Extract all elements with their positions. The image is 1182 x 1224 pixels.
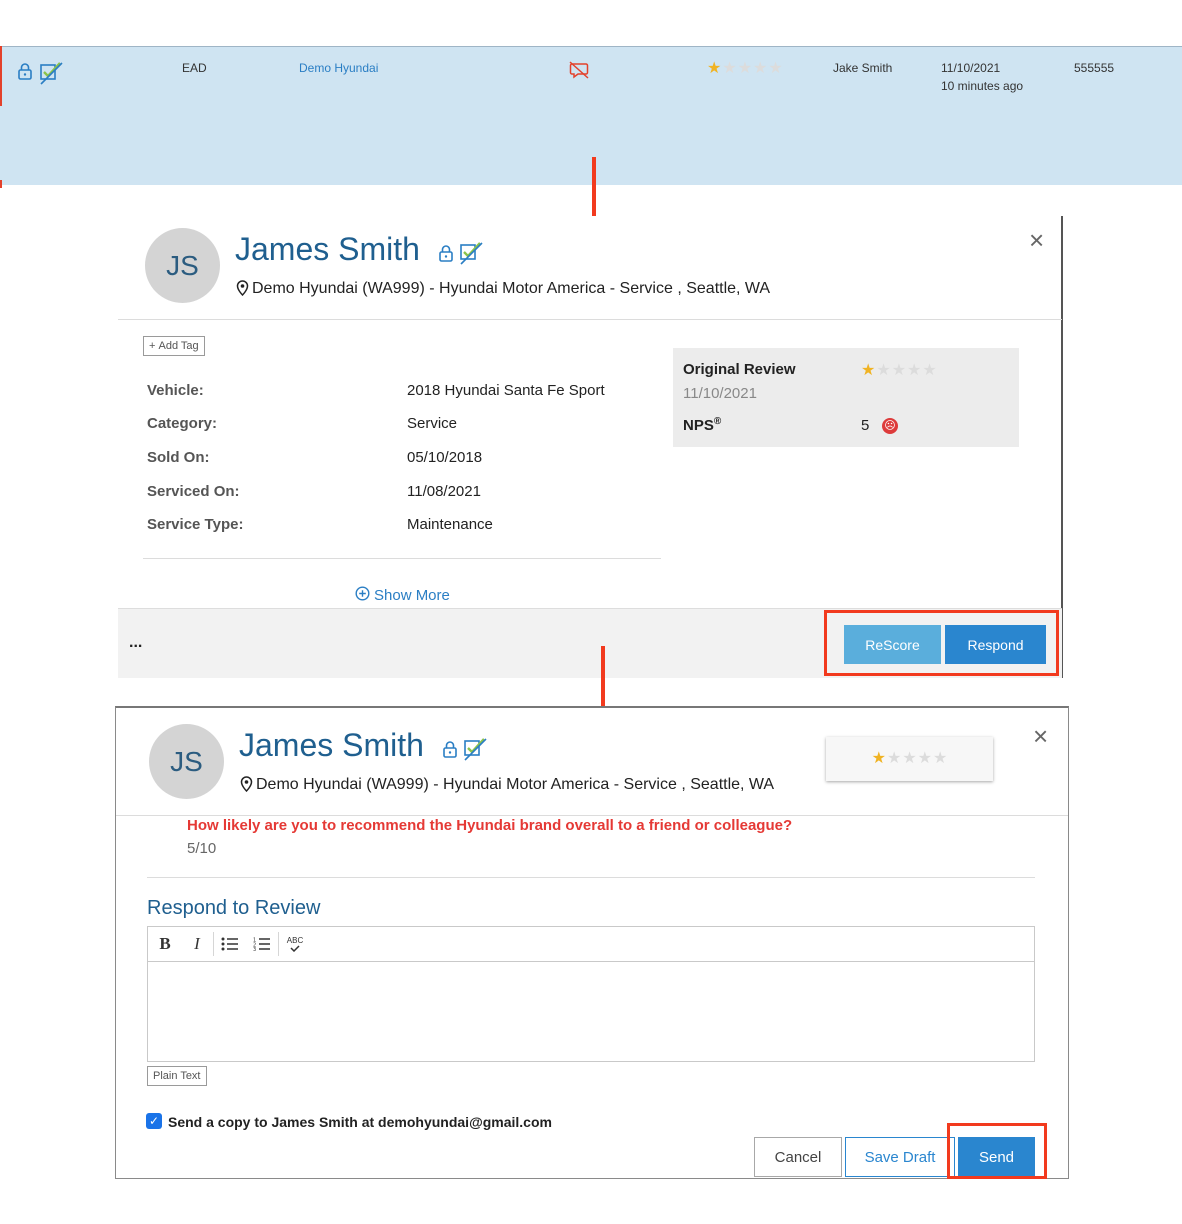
field-value: 05/10/2018 bbox=[407, 449, 483, 466]
field-label: Service Type: bbox=[147, 516, 244, 533]
plus-circle-icon bbox=[355, 586, 370, 605]
star-icon: ★ bbox=[891, 362, 907, 379]
star-icon: ★ bbox=[871, 750, 886, 767]
spellcheck-glyph: ABC bbox=[286, 935, 304, 945]
star-icon: ★ bbox=[902, 750, 917, 767]
send-copy-checkbox[interactable]: ✓ bbox=[146, 1113, 162, 1129]
divider bbox=[143, 558, 661, 559]
star-icon: ★ bbox=[722, 60, 737, 77]
nps-value: 5 bbox=[861, 417, 870, 434]
close-icon[interactable]: × bbox=[1029, 227, 1044, 253]
survey-answer: 5/10 bbox=[187, 840, 217, 857]
star-icon: ★ bbox=[876, 362, 891, 379]
italic-icon[interactable]: I bbox=[181, 927, 213, 962]
star-icon: ★ bbox=[707, 60, 722, 77]
row-relative-time: 10 minutes ago bbox=[941, 79, 1024, 93]
original-review-label: Original Review bbox=[683, 361, 796, 378]
row-date: 11/10/2021 bbox=[941, 61, 1001, 75]
survey-question: How likely are you to recommend the Hyun… bbox=[187, 817, 793, 834]
star-icon: ★ bbox=[861, 362, 876, 379]
verified-check-icon bbox=[462, 736, 488, 767]
star-icon: ★ bbox=[737, 60, 753, 77]
lock-icon bbox=[437, 244, 455, 267]
star-icon: ★ bbox=[933, 750, 948, 767]
field-label: Vehicle: bbox=[147, 382, 204, 399]
star-icon: ★ bbox=[886, 750, 902, 767]
registered-mark: ® bbox=[713, 416, 722, 427]
row-id: 555555 bbox=[1074, 61, 1115, 75]
star-icon: ★ bbox=[922, 362, 937, 379]
nps-label-text: NPS bbox=[683, 417, 714, 434]
highlight-box bbox=[824, 610, 1059, 676]
numbered-list-icon[interactable]: 123 bbox=[246, 927, 278, 962]
summary-star-rating: ★ ★ ★ ★ ★ bbox=[861, 363, 937, 379]
lock-icon bbox=[441, 740, 459, 763]
location-pin-icon bbox=[236, 280, 249, 301]
save-draft-button[interactable]: Save Draft bbox=[845, 1137, 955, 1177]
field-value: 11/08/2021 bbox=[407, 483, 481, 500]
close-icon[interactable]: × bbox=[1033, 723, 1048, 749]
plus-icon: + bbox=[149, 340, 156, 352]
send-copy-label: Send a copy to James Smith at demohyunda… bbox=[168, 1114, 552, 1130]
sad-face-icon: ☹ bbox=[882, 418, 898, 434]
show-more-label: Show More bbox=[374, 587, 450, 604]
customer-name: James Smith bbox=[239, 727, 424, 763]
avatar: JS bbox=[149, 724, 224, 799]
field-value: Maintenance bbox=[407, 516, 493, 533]
divider bbox=[147, 877, 1035, 878]
add-tag-button[interactable]: + Add Tag bbox=[143, 336, 205, 356]
assignee: Jake Smith bbox=[833, 61, 893, 75]
review-date: 11/10/2021 bbox=[683, 385, 757, 402]
respond-heading: Respond to Review bbox=[147, 897, 321, 919]
bulleted-list-icon[interactable] bbox=[214, 927, 246, 962]
review-row[interactable] bbox=[0, 46, 1182, 185]
star-icon: ★ bbox=[753, 60, 768, 77]
dealer-link[interactable]: Demo Hyundai bbox=[299, 61, 378, 75]
avatar: JS bbox=[145, 228, 220, 303]
panel2-star-rating: ★ ★ ★ ★ ★ bbox=[872, 751, 948, 767]
customer-name: James Smith bbox=[235, 231, 420, 267]
show-more-link[interactable]: Show More bbox=[355, 586, 450, 605]
more-options-icon[interactable]: ... bbox=[129, 634, 142, 652]
row-star-rating: ★ ★ ★ ★ ★ bbox=[707, 61, 783, 77]
highlight-box bbox=[947, 1123, 1047, 1179]
row-selection-marker bbox=[0, 180, 2, 188]
star-icon: ★ bbox=[768, 60, 783, 77]
svg-text:3: 3 bbox=[253, 947, 256, 951]
dealer-code: EAD bbox=[182, 61, 207, 75]
field-label: Sold On: bbox=[147, 449, 210, 466]
spellcheck-icon[interactable]: ABC bbox=[279, 927, 311, 962]
divider bbox=[116, 815, 1068, 816]
rating-card: ★ ★ ★ ★ ★ bbox=[826, 737, 993, 781]
location-text: Demo Hyundai (WA999) - Hyundai Motor Ame… bbox=[256, 776, 775, 793]
location-text: Demo Hyundai (WA999) - Hyundai Motor Ame… bbox=[252, 280, 771, 297]
field-label: Serviced On: bbox=[147, 483, 240, 500]
plain-text-button[interactable]: Plain Text bbox=[147, 1066, 207, 1086]
bold-icon[interactable]: B bbox=[149, 927, 181, 962]
row-selection-marker bbox=[0, 46, 2, 106]
field-value: Service bbox=[407, 415, 458, 432]
location-pin-icon bbox=[240, 776, 253, 797]
editor-textarea[interactable] bbox=[148, 963, 1034, 1062]
cancel-button[interactable]: Cancel bbox=[754, 1137, 842, 1177]
add-tag-label: Add Tag bbox=[158, 340, 199, 352]
verified-check-icon bbox=[458, 240, 484, 271]
lock-icon bbox=[16, 62, 34, 85]
star-icon: ★ bbox=[917, 750, 933, 767]
comment-off-icon bbox=[568, 61, 590, 84]
verified-check-icon bbox=[38, 60, 64, 91]
star-icon: ★ bbox=[907, 362, 922, 379]
field-value: 2018 Hyundai Santa Fe Sport bbox=[407, 382, 605, 399]
editor-toolbar: B I 123 ABC bbox=[148, 927, 1034, 962]
divider bbox=[118, 319, 1062, 320]
field-label: Category: bbox=[147, 415, 218, 432]
response-editor: B I 123 ABC bbox=[147, 926, 1035, 1062]
nps-label: NPS® bbox=[683, 416, 721, 434]
